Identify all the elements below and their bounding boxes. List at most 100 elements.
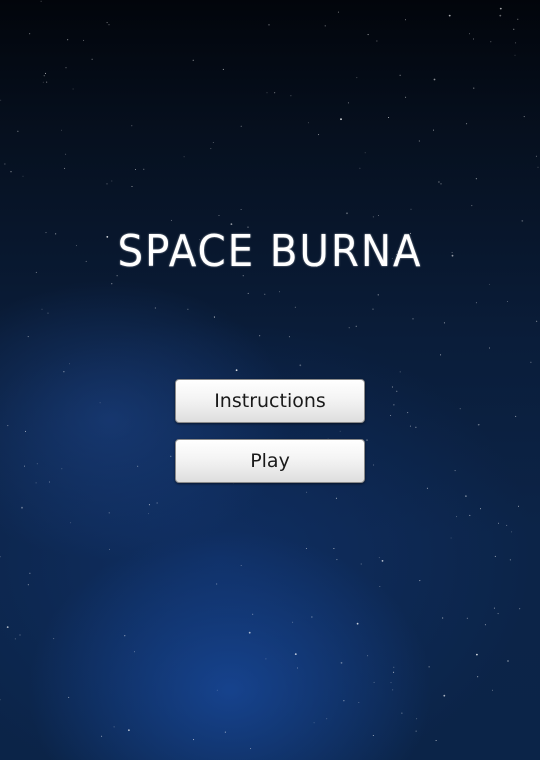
star <box>515 42 517 44</box>
star <box>290 95 292 97</box>
star <box>134 651 135 653</box>
star <box>466 617 468 619</box>
star <box>48 481 50 483</box>
star <box>506 524 508 526</box>
star <box>156 502 158 504</box>
star <box>348 327 350 329</box>
star <box>514 54 516 56</box>
star <box>399 371 401 373</box>
star <box>426 487 428 489</box>
star <box>367 34 369 36</box>
star <box>45 72 46 74</box>
star <box>148 504 150 506</box>
star <box>318 134 320 136</box>
star <box>313 722 315 724</box>
star <box>373 681 375 683</box>
star <box>36 463 38 465</box>
star <box>83 39 85 41</box>
star <box>506 301 508 302</box>
star <box>297 667 298 669</box>
star <box>416 718 418 720</box>
star <box>372 735 374 736</box>
star <box>101 735 103 737</box>
star <box>388 117 390 118</box>
star <box>438 181 440 183</box>
star <box>415 426 417 428</box>
star <box>40 0 42 2</box>
star <box>99 402 101 404</box>
star <box>440 354 442 356</box>
star <box>537 166 539 168</box>
star <box>111 283 113 285</box>
star <box>247 292 249 294</box>
star <box>68 696 70 698</box>
star <box>393 671 395 673</box>
star <box>536 320 538 322</box>
star <box>415 730 417 732</box>
star <box>135 169 136 170</box>
star <box>450 537 452 539</box>
star <box>347 102 349 104</box>
star <box>391 386 393 388</box>
star <box>499 14 502 17</box>
star <box>513 28 515 30</box>
star <box>210 148 212 150</box>
star <box>476 653 478 656</box>
star <box>494 555 496 557</box>
star <box>390 682 392 684</box>
star <box>69 363 70 365</box>
star <box>22 175 24 177</box>
star <box>372 308 374 310</box>
star <box>499 7 502 10</box>
star <box>373 464 375 466</box>
star <box>19 634 21 636</box>
star <box>530 361 532 363</box>
star <box>333 548 335 549</box>
star <box>131 186 133 187</box>
star <box>91 58 93 60</box>
star <box>170 455 172 457</box>
star <box>235 369 238 372</box>
star <box>288 336 290 338</box>
star <box>35 482 37 484</box>
star <box>519 608 521 610</box>
star <box>109 548 110 550</box>
star <box>378 215 379 216</box>
star <box>106 22 108 24</box>
star <box>213 316 215 318</box>
star <box>356 77 358 79</box>
star <box>407 412 409 414</box>
star <box>396 390 398 392</box>
instructions-button[interactable]: Instructions <box>175 379 365 423</box>
star <box>265 658 267 660</box>
star <box>307 122 309 124</box>
star <box>25 430 26 432</box>
star <box>61 468 63 470</box>
star <box>377 294 379 296</box>
star <box>456 516 458 518</box>
star <box>193 739 195 741</box>
star <box>111 180 113 182</box>
star <box>24 465 25 467</box>
star <box>240 125 242 127</box>
star <box>477 424 479 426</box>
star <box>266 92 268 94</box>
star <box>67 39 69 41</box>
star <box>274 92 276 94</box>
play-button[interactable]: Play <box>175 439 365 483</box>
star <box>248 631 251 634</box>
star <box>47 312 49 314</box>
star <box>279 291 280 293</box>
star <box>7 425 9 427</box>
star <box>6 626 9 628</box>
star <box>326 718 328 720</box>
star <box>29 33 31 35</box>
star <box>72 88 74 90</box>
star <box>433 78 436 81</box>
star <box>473 38 474 40</box>
star <box>405 96 407 98</box>
star <box>435 740 437 741</box>
star <box>459 408 461 410</box>
star <box>364 152 366 154</box>
star <box>393 404 395 406</box>
